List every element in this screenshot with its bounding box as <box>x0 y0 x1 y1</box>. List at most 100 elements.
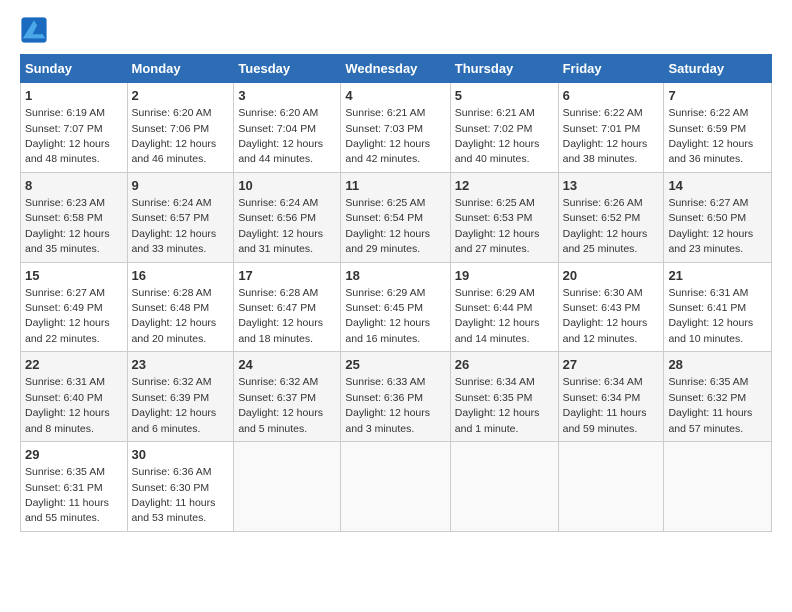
calendar-cell-18: 18 Sunrise: 6:29 AMSunset: 6:45 PMDayligh… <box>341 262 450 352</box>
empty-cell <box>341 442 450 532</box>
day-number: 21 <box>668 267 767 285</box>
day-number: 26 <box>455 356 554 374</box>
cell-info: Sunrise: 6:22 AMSunset: 7:01 PMDaylight:… <box>563 107 648 165</box>
cell-info: Sunrise: 6:33 AMSunset: 6:36 PMDaylight:… <box>345 376 430 434</box>
calendar-cell-7: 7 Sunrise: 6:22 AMSunset: 6:59 PMDaylight… <box>664 83 772 173</box>
day-number: 16 <box>132 267 230 285</box>
day-number: 30 <box>132 446 230 464</box>
day-number: 4 <box>345 87 445 105</box>
week-row-3: 15Sunrise: 6:27 AMSunset: 6:49 PMDayligh… <box>21 262 772 352</box>
calendar-header: SundayMondayTuesdayWednesdayThursdayFrid… <box>21 55 772 83</box>
day-header-thursday: Thursday <box>450 55 558 83</box>
cell-info: Sunrise: 6:27 AMSunset: 6:50 PMDaylight:… <box>668 197 753 255</box>
day-number: 10 <box>238 177 336 195</box>
cell-info: Sunrise: 6:32 AMSunset: 6:39 PMDaylight:… <box>132 376 217 434</box>
calendar-cell-15: 15Sunrise: 6:27 AMSunset: 6:49 PMDayligh… <box>21 262 128 352</box>
day-number: 8 <box>25 177 123 195</box>
calendar-cell-12: 12 Sunrise: 6:25 AMSunset: 6:53 PMDayligh… <box>450 172 558 262</box>
day-header-friday: Friday <box>558 55 664 83</box>
calendar-cell-25: 25 Sunrise: 6:33 AMSunset: 6:36 PMDayligh… <box>341 352 450 442</box>
day-number: 24 <box>238 356 336 374</box>
day-number: 13 <box>563 177 660 195</box>
calendar-cell-9: 9 Sunrise: 6:24 AMSunset: 6:57 PMDaylight… <box>127 172 234 262</box>
cell-info: Sunrise: 6:31 AMSunset: 6:40 PMDaylight:… <box>25 376 110 434</box>
calendar-cell-28: 28Sunrise: 6:35 AMSunset: 6:32 PMDayligh… <box>664 352 772 442</box>
cell-info: Sunrise: 6:32 AMSunset: 6:37 PMDaylight:… <box>238 376 323 434</box>
calendar-cell-27: 27Sunrise: 6:34 AMSunset: 6:34 PMDayligh… <box>558 352 664 442</box>
calendar-cell-30: 30 Sunrise: 6:36 AMSunset: 6:30 PMDayligh… <box>127 442 234 532</box>
day-number: 19 <box>455 267 554 285</box>
cell-info: Sunrise: 6:27 AMSunset: 6:49 PMDaylight:… <box>25 287 110 345</box>
day-number: 3 <box>238 87 336 105</box>
cell-info: Sunrise: 6:25 AMSunset: 6:54 PMDaylight:… <box>345 197 430 255</box>
day-number: 1 <box>25 87 123 105</box>
day-number: 23 <box>132 356 230 374</box>
calendar-cell-21: 21 Sunrise: 6:31 AMSunset: 6:41 PMDayligh… <box>664 262 772 352</box>
calendar-cell-10: 10 Sunrise: 6:24 AMSunset: 6:56 PMDayligh… <box>234 172 341 262</box>
week-row-1: 1 Sunrise: 6:19 AMSunset: 7:07 PMDaylight… <box>21 83 772 173</box>
empty-cell <box>234 442 341 532</box>
calendar-cell-22: 22 Sunrise: 6:31 AMSunset: 6:40 PMDayligh… <box>21 352 128 442</box>
cell-info: Sunrise: 6:23 AMSunset: 6:58 PMDaylight:… <box>25 197 110 255</box>
cell-info: Sunrise: 6:29 AMSunset: 6:45 PMDaylight:… <box>345 287 430 345</box>
week-row-2: 8 Sunrise: 6:23 AMSunset: 6:58 PMDaylight… <box>21 172 772 262</box>
day-number: 20 <box>563 267 660 285</box>
cell-info: Sunrise: 6:20 AMSunset: 7:04 PMDaylight:… <box>238 107 323 165</box>
day-header-wednesday: Wednesday <box>341 55 450 83</box>
day-number: 25 <box>345 356 445 374</box>
day-number: 28 <box>668 356 767 374</box>
calendar-cell-4: 4 Sunrise: 6:21 AMSunset: 7:03 PMDaylight… <box>341 83 450 173</box>
day-number: 27 <box>563 356 660 374</box>
page-header <box>20 16 772 44</box>
cell-info: Sunrise: 6:28 AMSunset: 6:48 PMDaylight:… <box>132 287 217 345</box>
calendar-cell-3: 3 Sunrise: 6:20 AMSunset: 7:04 PMDaylight… <box>234 83 341 173</box>
cell-info: Sunrise: 6:21 AMSunset: 7:03 PMDaylight:… <box>345 107 430 165</box>
calendar-cell-17: 17Sunrise: 6:28 AMSunset: 6:47 PMDayligh… <box>234 262 341 352</box>
day-number: 12 <box>455 177 554 195</box>
day-number: 29 <box>25 446 123 464</box>
empty-cell <box>450 442 558 532</box>
cell-info: Sunrise: 6:36 AMSunset: 6:30 PMDaylight:… <box>132 466 216 524</box>
cell-info: Sunrise: 6:19 AMSunset: 7:07 PMDaylight:… <box>25 107 110 165</box>
calendar-cell-29: 29 Sunrise: 6:35 AMSunset: 6:31 PMDayligh… <box>21 442 128 532</box>
day-number: 14 <box>668 177 767 195</box>
cell-info: Sunrise: 6:28 AMSunset: 6:47 PMDaylight:… <box>238 287 323 345</box>
week-row-5: 29 Sunrise: 6:35 AMSunset: 6:31 PMDayligh… <box>21 442 772 532</box>
cell-info: Sunrise: 6:34 AMSunset: 6:35 PMDaylight:… <box>455 376 540 434</box>
cell-info: Sunrise: 6:20 AMSunset: 7:06 PMDaylight:… <box>132 107 217 165</box>
day-number: 11 <box>345 177 445 195</box>
day-number: 7 <box>668 87 767 105</box>
logo <box>20 16 52 44</box>
calendar-cell-6: 6 Sunrise: 6:22 AMSunset: 7:01 PMDaylight… <box>558 83 664 173</box>
day-number: 6 <box>563 87 660 105</box>
calendar-cell-1: 1 Sunrise: 6:19 AMSunset: 7:07 PMDaylight… <box>21 83 128 173</box>
cell-info: Sunrise: 6:25 AMSunset: 6:53 PMDaylight:… <box>455 197 540 255</box>
empty-cell <box>558 442 664 532</box>
calendar-cell-2: 2Sunrise: 6:20 AMSunset: 7:06 PMDaylight… <box>127 83 234 173</box>
calendar-cell-8: 8 Sunrise: 6:23 AMSunset: 6:58 PMDaylight… <box>21 172 128 262</box>
cell-info: Sunrise: 6:29 AMSunset: 6:44 PMDaylight:… <box>455 287 540 345</box>
cell-info: Sunrise: 6:24 AMSunset: 6:57 PMDaylight:… <box>132 197 217 255</box>
day-header-tuesday: Tuesday <box>234 55 341 83</box>
calendar-cell-19: 19 Sunrise: 6:29 AMSunset: 6:44 PMDayligh… <box>450 262 558 352</box>
cell-info: Sunrise: 6:24 AMSunset: 6:56 PMDaylight:… <box>238 197 323 255</box>
cell-info: Sunrise: 6:22 AMSunset: 6:59 PMDaylight:… <box>668 107 753 165</box>
day-header-sunday: Sunday <box>21 55 128 83</box>
day-number: 22 <box>25 356 123 374</box>
calendar-cell-20: 20 Sunrise: 6:30 AMSunset: 6:43 PMDayligh… <box>558 262 664 352</box>
calendar-cell-14: 14 Sunrise: 6:27 AMSunset: 6:50 PMDayligh… <box>664 172 772 262</box>
calendar-cell-16: 16 Sunrise: 6:28 AMSunset: 6:48 PMDayligh… <box>127 262 234 352</box>
week-row-4: 22 Sunrise: 6:31 AMSunset: 6:40 PMDayligh… <box>21 352 772 442</box>
cell-info: Sunrise: 6:21 AMSunset: 7:02 PMDaylight:… <box>455 107 540 165</box>
calendar-cell-24: 24 Sunrise: 6:32 AMSunset: 6:37 PMDayligh… <box>234 352 341 442</box>
calendar-cell-11: 11 Sunrise: 6:25 AMSunset: 6:54 PMDayligh… <box>341 172 450 262</box>
calendar-table: SundayMondayTuesdayWednesdayThursdayFrid… <box>20 54 772 532</box>
calendar-cell-5: 5Sunrise: 6:21 AMSunset: 7:02 PMDaylight… <box>450 83 558 173</box>
day-number: 9 <box>132 177 230 195</box>
day-number: 18 <box>345 267 445 285</box>
cell-info: Sunrise: 6:26 AMSunset: 6:52 PMDaylight:… <box>563 197 648 255</box>
cell-info: Sunrise: 6:31 AMSunset: 6:41 PMDaylight:… <box>668 287 753 345</box>
cell-info: Sunrise: 6:30 AMSunset: 6:43 PMDaylight:… <box>563 287 648 345</box>
day-header-saturday: Saturday <box>664 55 772 83</box>
cell-info: Sunrise: 6:35 AMSunset: 6:31 PMDaylight:… <box>25 466 109 524</box>
